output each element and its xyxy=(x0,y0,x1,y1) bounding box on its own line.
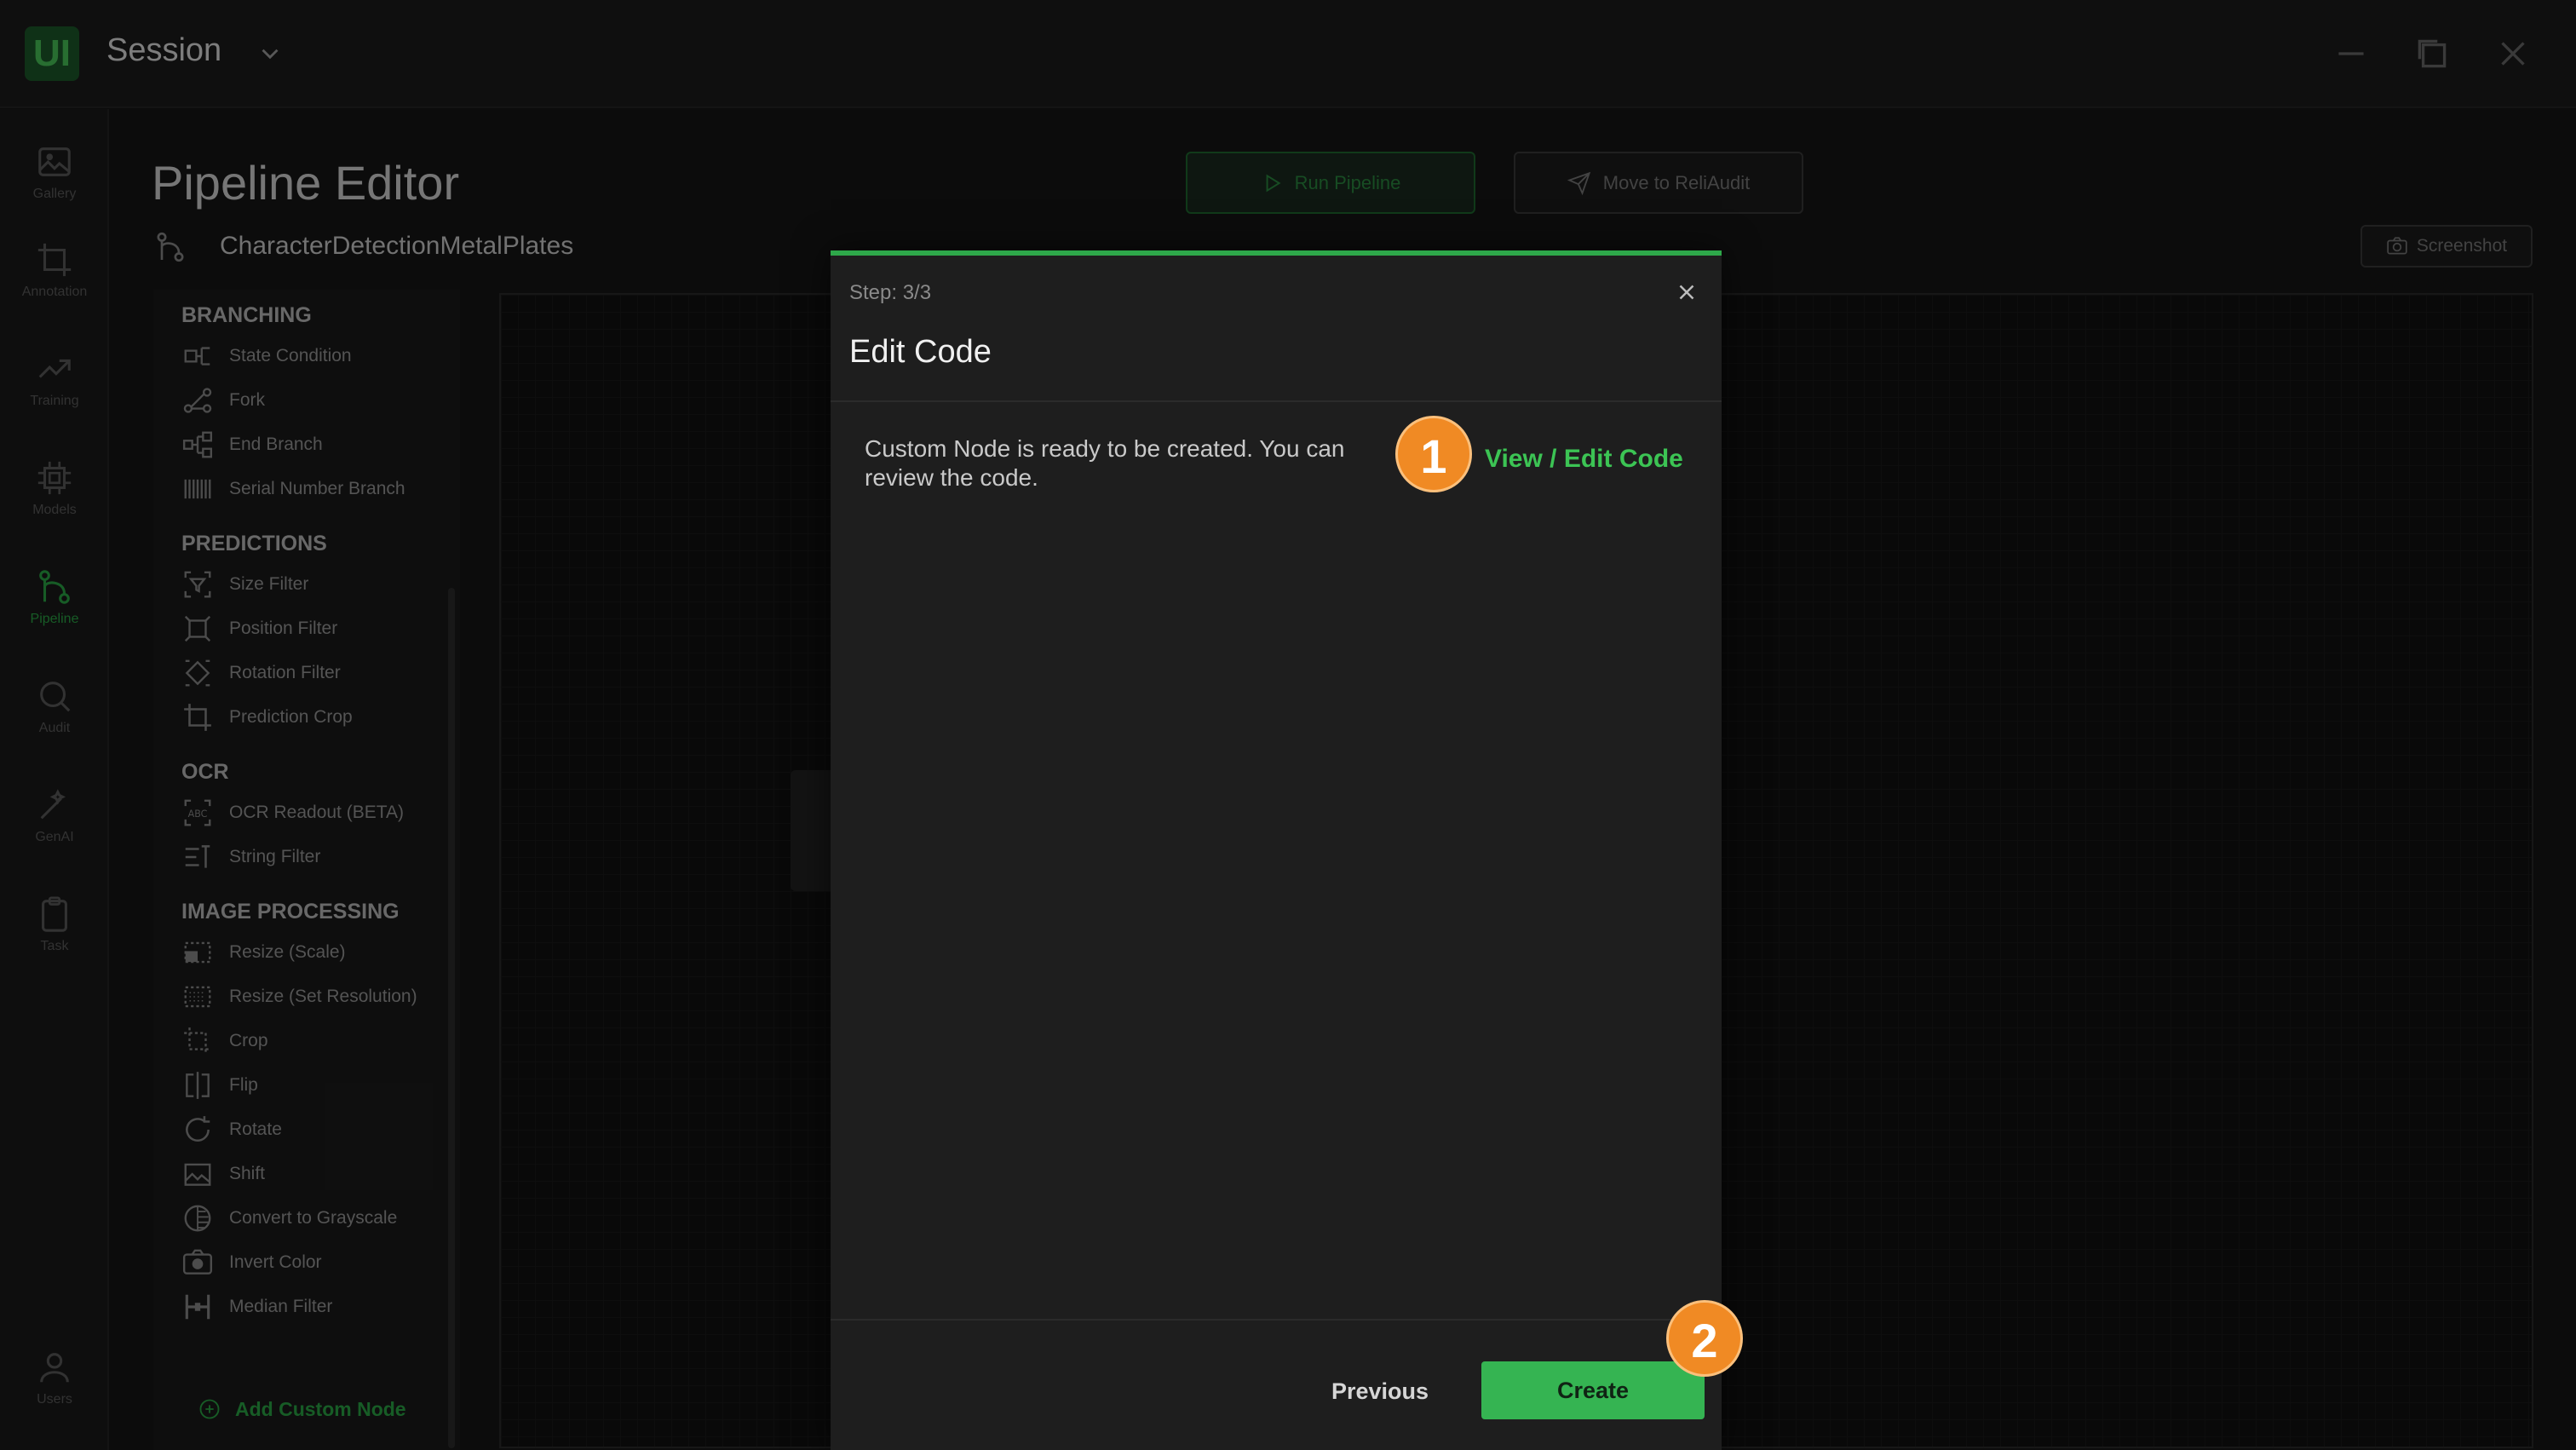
previous-button[interactable]: Previous xyxy=(1291,1363,1469,1419)
view-edit-code-link[interactable]: View / Edit Code xyxy=(1485,445,1683,474)
create-button[interactable]: Create xyxy=(1481,1361,1705,1419)
step-badge-1: 1 xyxy=(1395,416,1472,492)
step-indicator: Step: 3/3 xyxy=(849,281,932,304)
edit-code-dialog: Step: 3/3 Edit Code Custom Node is ready… xyxy=(831,250,1722,1450)
close-icon[interactable] xyxy=(1674,279,1699,305)
dialog-message: Custom Node is ready to be created. You … xyxy=(865,435,1345,491)
divider xyxy=(831,400,1722,402)
divider xyxy=(831,1319,1722,1321)
dialog-title: Edit Code xyxy=(849,334,992,370)
step-badge-2: 2 xyxy=(1666,1300,1743,1377)
